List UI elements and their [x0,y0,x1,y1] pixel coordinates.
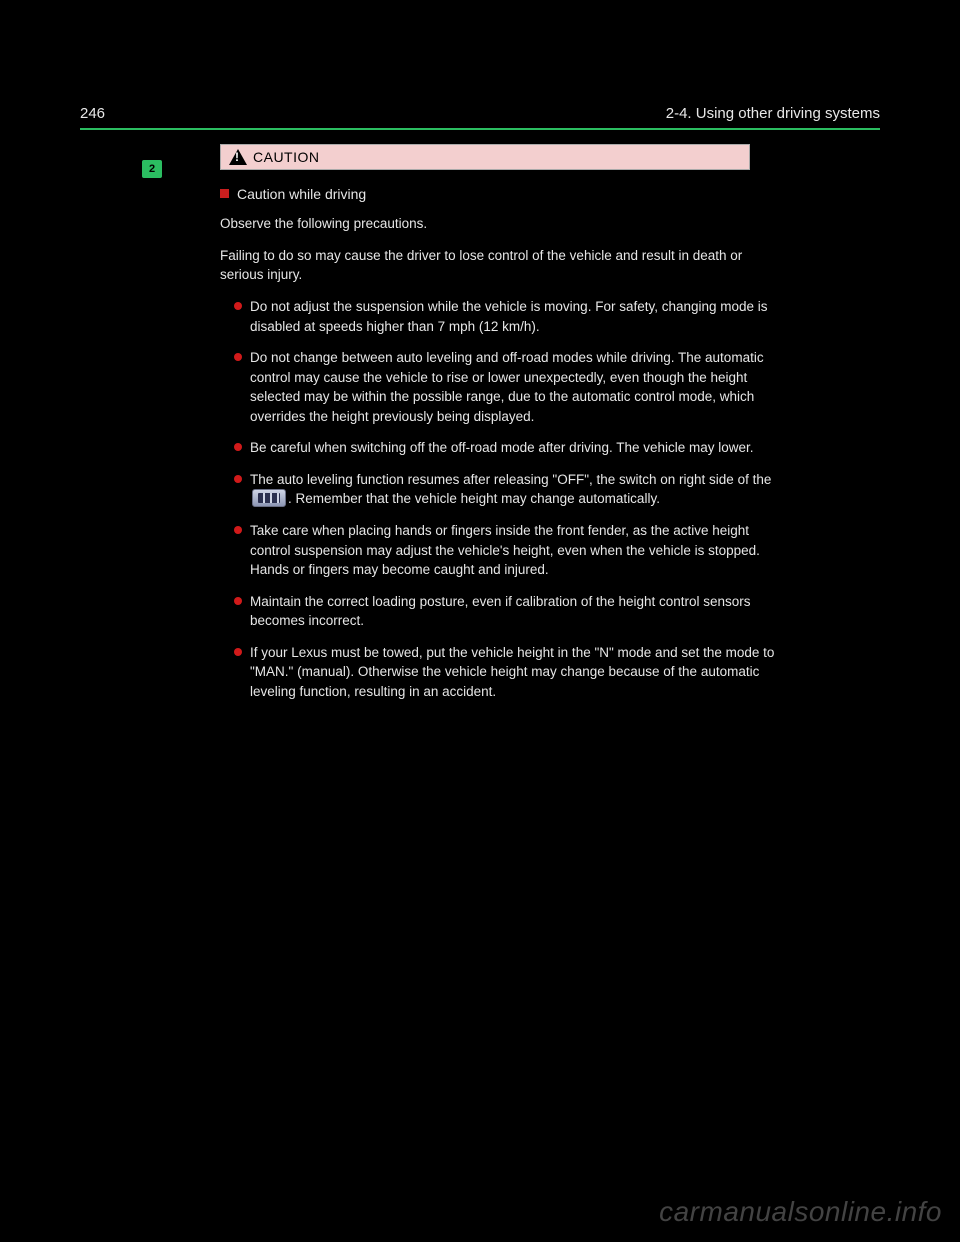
list-item: If your Lexus must be towed, put the veh… [234,643,780,702]
caution-label: CAUTION [253,149,320,165]
list-item: Be careful when switching off the off-ro… [234,438,780,458]
bullet-text: Maintain the correct loading posture, ev… [250,594,751,629]
content-body: Caution while driving Observe the follow… [220,184,780,702]
list-item: Do not change between auto leveling and … [234,348,780,426]
warning-triangle-icon [229,149,247,165]
list-item: Do not adjust the suspension while the v… [234,297,780,336]
bullet-text: Do not change between auto leveling and … [250,350,764,424]
bullet-text: Be careful when switching off the off-ro… [250,440,754,455]
list-item: Maintain the correct loading posture, ev… [234,592,780,631]
section-heading-text: Caution while driving [237,186,366,202]
bullet-text-with-icon: The auto leveling function resumes after… [250,472,771,507]
bullet-text: Take care when placing hands or fingers … [250,523,760,577]
caution-banner: CAUTION [220,144,750,170]
list-item: Take care when placing hands or fingers … [234,521,780,580]
section-square-icon [220,189,229,198]
page-header-title: 2-4. Using other driving systems [666,105,880,122]
page-number: 246 [80,105,105,122]
caution-bullet-list: Do not adjust the suspension while the v… [234,297,780,702]
list-item: The auto leveling function resumes after… [234,470,780,509]
section-lead-1: Observe the following precautions. [220,214,780,234]
bullet-text: If your Lexus must be towed, put the veh… [250,645,774,699]
section-tab: 2 [142,160,162,178]
section-lead-2: Failing to do so may cause the driver to… [220,246,780,285]
height-switch-icon [252,489,286,507]
bullet-text: Do not adjust the suspension while the v… [250,299,768,334]
section-heading: Caution while driving [220,184,780,204]
watermark: carmanualsonline.info [659,1196,942,1228]
